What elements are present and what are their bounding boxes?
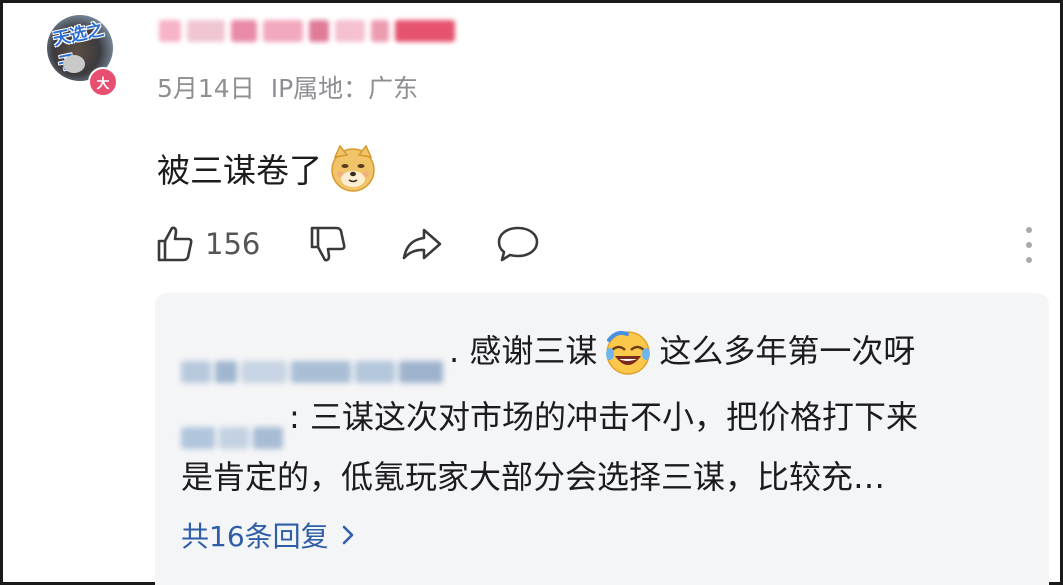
reply-item-2-continued: 是肯定的，低氪玩家大部分会选择三谋，比较充… [181,447,885,507]
reply-item-2[interactable]: : 三谋这次对市场的冲击不小，把价格打下来 [181,387,918,449]
avatar-decoration [63,55,85,73]
comment-text: 被三谋卷了 [157,151,322,190]
replies-panel: . 感谢三谋 这么多年第一次呀 : 三谋这次对市场的冲击不小，把价格打下来 是肯… [155,293,1049,585]
laugh-cry-emoji [606,330,651,375]
like-button[interactable]: 156 [155,224,260,264]
thumbs-up-icon [157,226,193,262]
comment-date: 5月14日 [157,74,255,103]
more-replies-label: 共16条回复 [181,520,329,553]
level-badge: 大 [88,67,118,97]
comment-body: 被三谋卷了 [157,143,378,193]
reply-text-line2: 是肯定的，低氪玩家大部分会选择三谋，比较充… [181,458,886,496]
reply-username-blurred[interactable] [181,408,289,449]
view-more-replies-link[interactable]: 共16条回复 [181,515,355,555]
comment-meta: 5月14日 IP属地：广东 [157,69,418,105]
more-vertical-icon[interactable] [1019,227,1039,263]
chevron-right-icon [342,525,353,545]
username-blurred[interactable] [159,17,465,45]
reply-username-blurred[interactable] [181,342,449,383]
reply-item-1[interactable]: . 感谢三谋 这么多年第一次呀 [181,321,916,383]
dislike-button[interactable] [308,224,348,264]
reply-text: . 感谢三谋 [449,332,598,370]
comment-card: 天选之子 大 5月14日 IP属地：广东 被三谋卷了 156 . 感谢三谋 这么… [0,0,1063,585]
action-bar: 156 [155,221,540,267]
reply-button[interactable] [496,224,540,264]
ip-location: IP属地：广东 [270,74,419,103]
reply-text: : 三谋这次对市场的冲击不小，把价格打下来 [289,398,918,436]
doge-emoji [331,144,375,192]
reply-text-continued: 这么多年第一次呀 [659,332,916,370]
comment-icon [498,226,539,262]
thumbs-down-icon [311,226,346,262]
like-count: 156 [205,227,261,261]
share-button[interactable] [400,224,444,264]
share-icon [403,228,442,260]
